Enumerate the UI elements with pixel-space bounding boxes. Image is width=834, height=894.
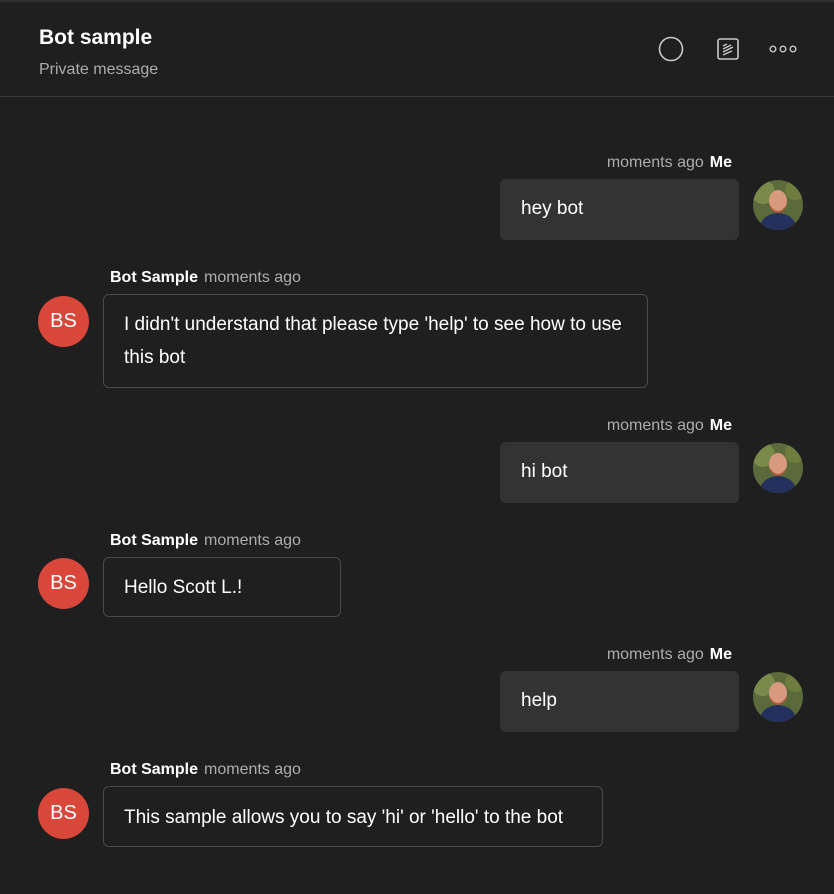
chat-header: Bot sample Private message [0,2,834,97]
message-time: moments ago [204,761,301,778]
user-avatar[interactable] [753,180,803,230]
sender-name: Bot Sample [110,269,199,286]
sender-name: Me [709,646,732,663]
bot-message-bubble[interactable]: I didn't understand that please type 'he… [103,294,648,388]
notes-icon[interactable] [714,35,742,63]
user-avatar[interactable] [753,443,803,493]
message-meta: Bot Sample moments ago [110,269,301,287]
sender-name: Bot Sample [110,761,199,778]
message-time: moments ago [204,532,301,549]
bot-message-bubble[interactable]: Hello Scott L.! [103,557,341,617]
message-meta: moments ago Me [607,154,732,172]
message-time: moments ago [204,269,301,286]
my-message-bubble[interactable]: hey bot [500,179,739,240]
my-message-bubble[interactable]: help [500,671,739,732]
sender-name: Me [709,417,732,434]
message-meta: moments ago Me [607,646,732,664]
sender-name: Bot Sample [110,532,199,549]
message-meta: Bot Sample moments ago [110,761,301,779]
bot-avatar[interactable]: BS [38,558,89,609]
chat-title: Bot sample [39,26,153,49]
message-meta: moments ago Me [607,417,732,435]
sender-name: Me [709,154,732,171]
message-time: moments ago [606,646,704,663]
message-time: moments ago [606,154,704,171]
bot-message-bubble[interactable]: This sample allows you to say 'hi' or 'h… [103,786,603,847]
message-meta: Bot Sample moments ago [110,532,301,550]
bot-avatar[interactable]: BS [38,296,89,347]
my-message-bubble[interactable]: hi bot [500,442,739,503]
chat-subtitle: Private message [39,61,159,78]
bot-avatar[interactable]: BS [38,788,89,839]
message-time: moments ago [606,417,704,434]
more-options-icon[interactable] [769,35,797,63]
user-avatar[interactable] [753,672,803,722]
status-circle-icon[interactable] [657,35,685,63]
